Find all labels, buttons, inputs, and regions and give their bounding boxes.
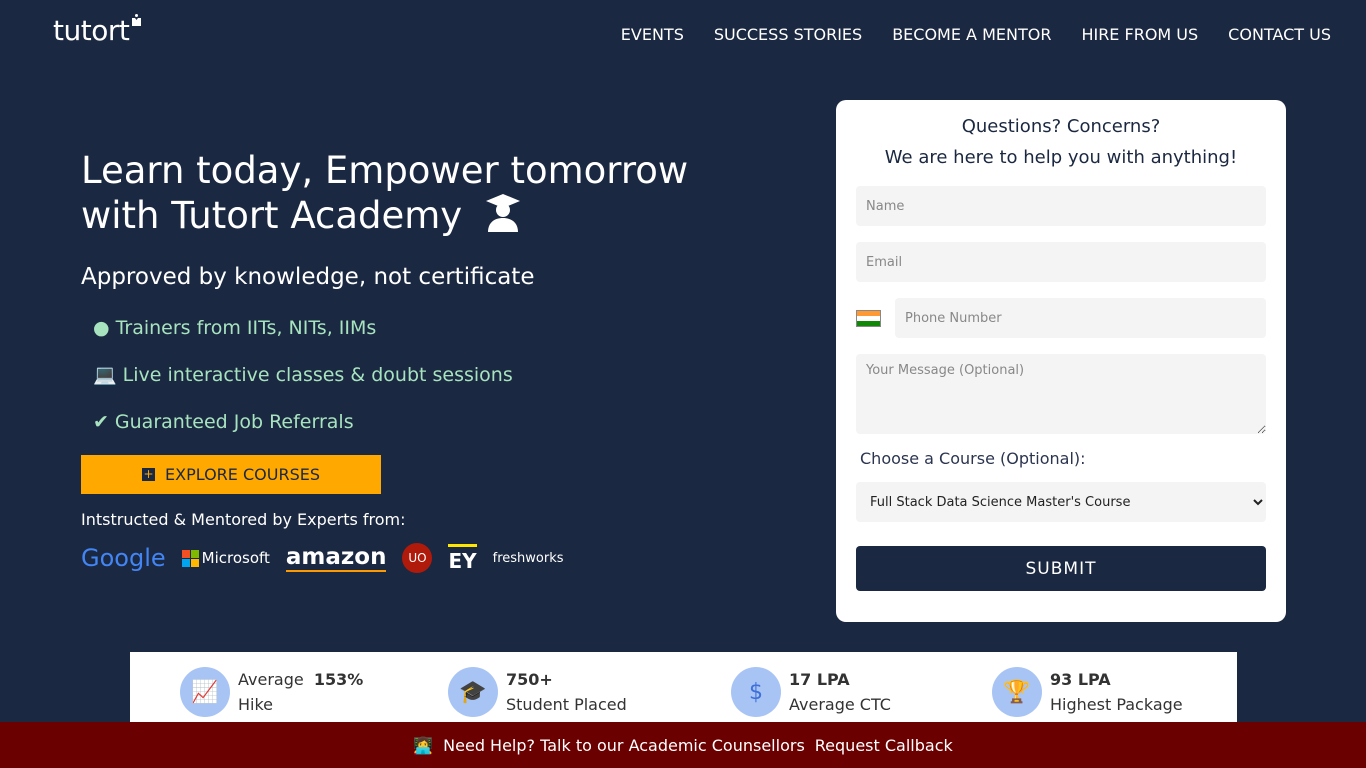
explore-label: EXPLORE COURSES <box>165 465 320 484</box>
graduate-icon <box>485 194 520 232</box>
message-textarea[interactable] <box>856 354 1266 434</box>
mentored-text: Intstructed & Mentored by Experts from: <box>81 510 406 529</box>
hero-subtitle: Approved by knowledge, not certificate <box>81 264 535 290</box>
plus-square-icon: + <box>142 467 155 481</box>
counsellor-icon: 👩‍💻 <box>413 735 434 755</box>
stat-sub: Highest Package <box>1050 695 1183 714</box>
stat-sub: Average CTC <box>789 695 891 714</box>
dollar-icon: $ <box>731 667 781 717</box>
stat-value: 153% <box>313 670 364 689</box>
india-flag-icon[interactable] <box>856 309 881 327</box>
title-line-2: with Tutort Academy <box>81 194 463 237</box>
upgrad-logo: UO <box>402 543 433 573</box>
submit-button[interactable]: SUBMIT <box>856 546 1266 591</box>
nav-hire-from-us[interactable]: HIRE FROM US <box>1081 25 1198 44</box>
form-subheading: We are here to help you with anything! <box>884 147 1238 168</box>
company-logos: Google Microsoft amazon UO EY freshworks <box>81 543 564 573</box>
help-text: Need Help? Talk to our Academic Counsell… <box>443 735 805 755</box>
check-circle-icon: ✔ <box>93 410 109 433</box>
nav-events[interactable]: EVENTS <box>621 25 684 44</box>
nav-become-mentor[interactable]: BECOME A MENTOR <box>892 25 1051 44</box>
contact-form: Questions? Concerns? We are here to help… <box>836 100 1286 622</box>
logo[interactable]: tutort <box>53 14 142 47</box>
email-input[interactable] <box>856 242 1266 282</box>
graduate-icon: 🎓 <box>448 667 498 717</box>
stat-sub: Student Placed <box>506 695 627 714</box>
form-heading: Questions? Concerns? <box>961 116 1161 137</box>
feature-item: ✔ Guaranteed Job Referrals <box>93 398 761 445</box>
feature-text: Guaranteed Job Referrals <box>114 410 354 433</box>
microsoft-logo: Microsoft <box>181 549 270 567</box>
microsoft-text: Microsoft <box>201 549 270 567</box>
user-circle-icon: ● <box>93 316 110 339</box>
stat-label: Average <box>238 670 304 689</box>
stat-sub: Hike <box>238 695 274 714</box>
feature-item: 💻 Live interactive classes & doubt sessio… <box>93 351 761 398</box>
stat-value: 750+ <box>506 670 553 689</box>
chart-icon: 📈 <box>180 667 230 717</box>
name-input[interactable] <box>856 186 1266 226</box>
nav-success-stories[interactable]: SUCCESS STORIES <box>714 25 862 44</box>
explore-courses-button[interactable]: + EXPLORE COURSES <box>81 455 381 494</box>
logo-text: tutort <box>53 14 130 47</box>
stat-ctc: $17 LPA Average CTC <box>731 667 891 717</box>
logo-mark-icon <box>132 14 142 26</box>
trophy-icon: 🏆 <box>992 667 1042 717</box>
nav-contact-us[interactable]: CONTACT US <box>1228 25 1331 44</box>
course-select[interactable]: Full Stack Data Science Master's Course <box>856 482 1266 522</box>
stat-value: 93 LPA <box>1050 670 1111 689</box>
stat-value: 17 LPA <box>789 670 850 689</box>
phone-input[interactable] <box>895 298 1266 338</box>
laptop-icon: 💻 <box>93 364 117 386</box>
course-label: Choose a Course (Optional): <box>860 449 1086 468</box>
help-banner: 👩‍💻 Need Help? Talk to our Academic Coun… <box>0 722 1366 768</box>
google-logo: Google <box>81 544 166 572</box>
feature-text: Live interactive classes & doubt session… <box>122 363 513 386</box>
hero-title: Learn today, Empower tomorrow with Tutort… <box>81 148 761 238</box>
feature-item: ● Trainers from IITs, NITs, IIMs <box>93 304 761 351</box>
title-line-1: Learn today, Empower tomorrow <box>81 149 689 192</box>
ey-logo: EY <box>448 543 477 573</box>
stat-placed: 🎓 750+ Student Placed <box>448 667 627 717</box>
request-callback-link[interactable]: Request Callback <box>815 736 953 755</box>
stats-bar: 📈 Average 153% Hike 🎓 750+ Student Placed $1… <box>130 652 1237 722</box>
top-nav: EVENTS SUCCESS STORIES BECOME A MENTOR H… <box>621 25 1331 44</box>
freshworks-logo: freshworks <box>492 550 564 566</box>
stat-hike: 📈 Average 153% Hike <box>180 667 363 717</box>
amazon-logo: amazon <box>285 544 387 572</box>
feature-list: ● Trainers from IITs, NITs, IIMs 💻 Live in… <box>93 304 761 445</box>
stat-highest: 🏆 93 LPA Highest Package <box>992 667 1183 717</box>
feature-text: Trainers from IITs, NITs, IIMs <box>115 316 377 339</box>
hero: Learn today, Empower tomorrow with Tutort… <box>81 148 761 445</box>
